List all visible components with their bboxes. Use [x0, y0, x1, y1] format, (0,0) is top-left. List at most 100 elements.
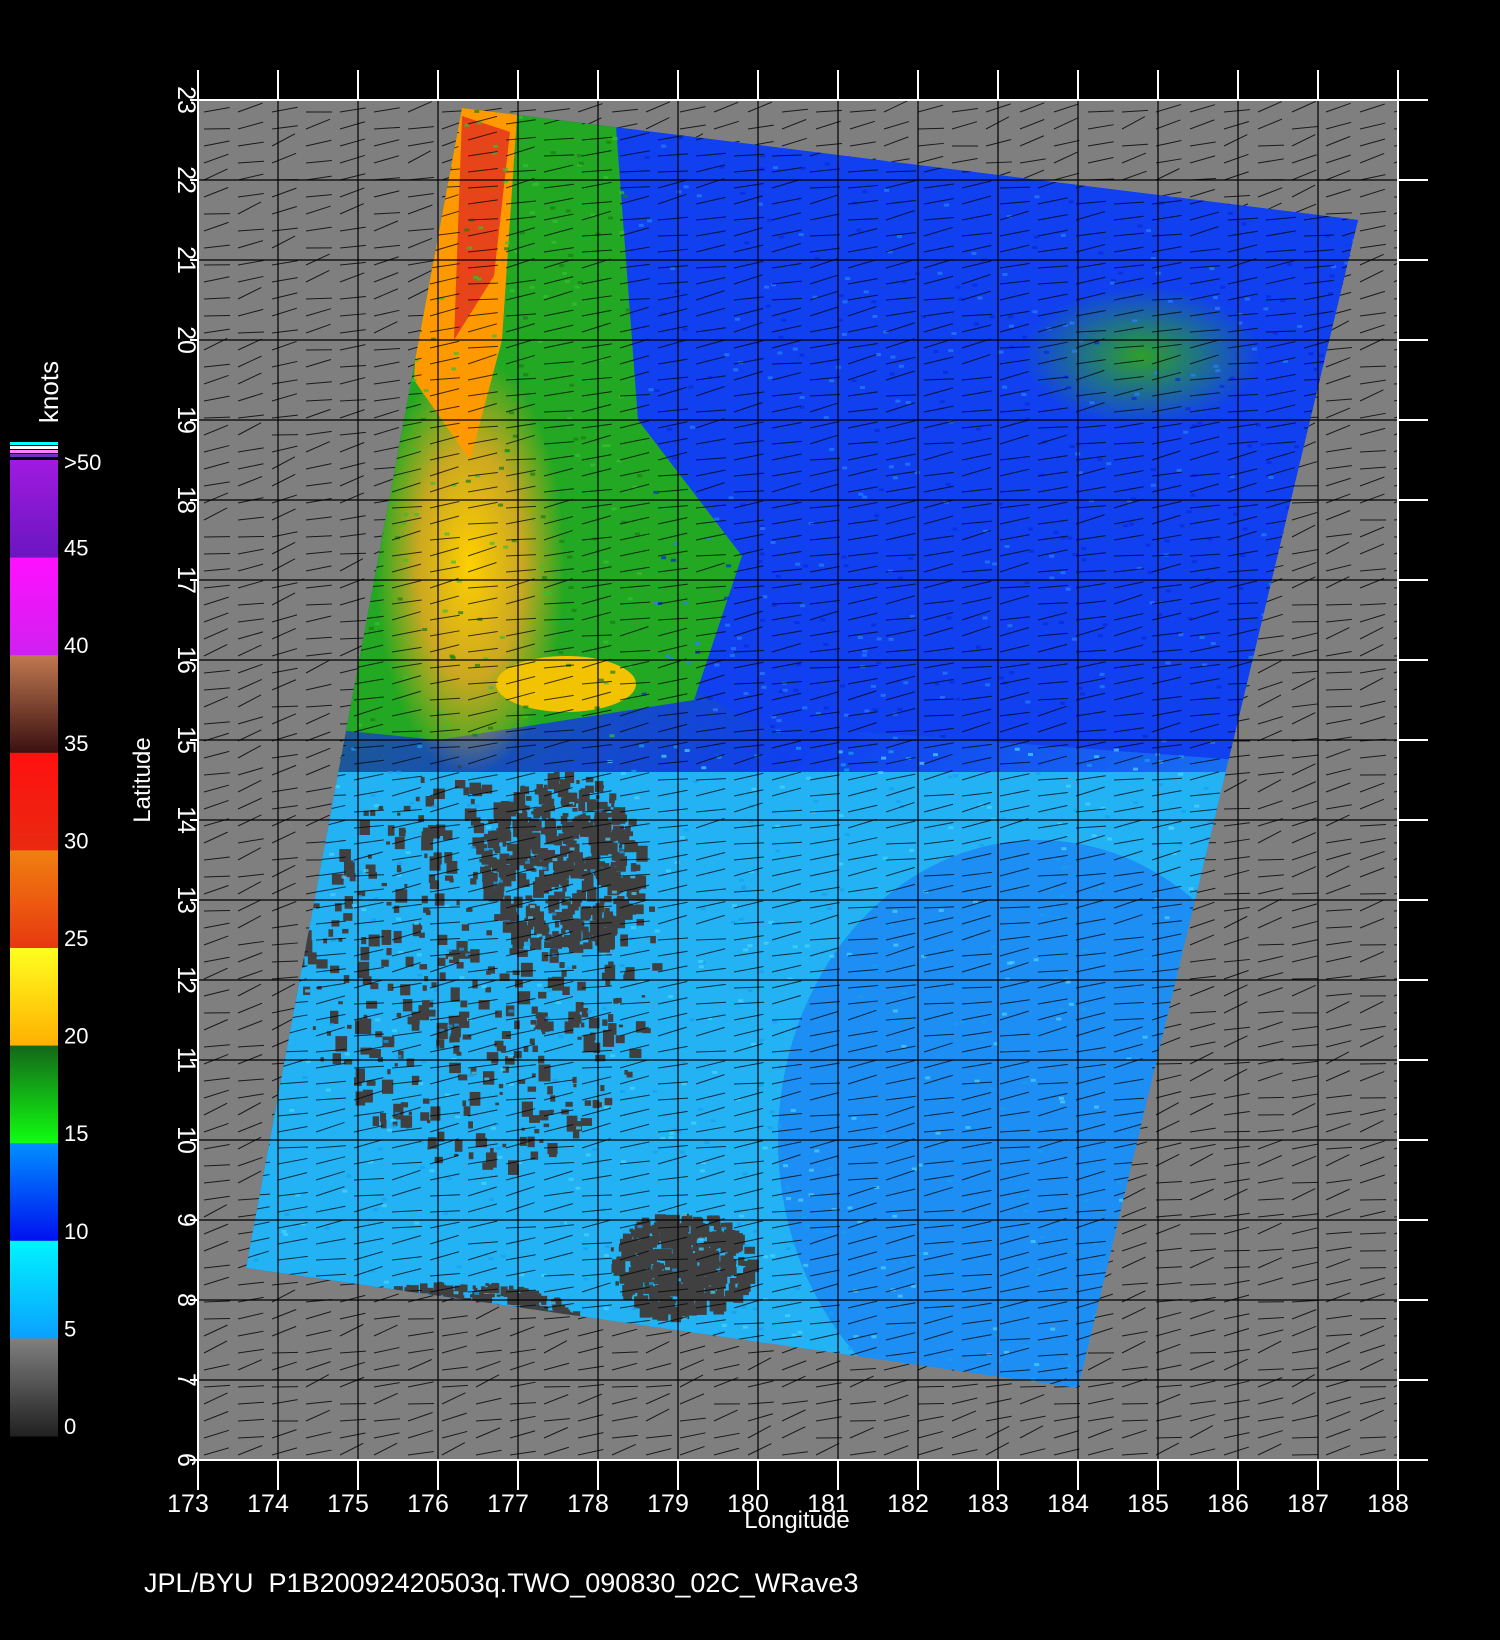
wind-barb: [203, 909, 231, 912]
swath-texture: [738, 917, 744, 921]
swath-texture: [1266, 295, 1272, 299]
swath-texture: [1132, 319, 1138, 323]
calm-speckle: [697, 1217, 704, 1224]
calm-speckle: [355, 1068, 365, 1082]
swath-texture: [1002, 272, 1008, 276]
swath-texture: [895, 800, 901, 804]
calm-speckle: [419, 964, 428, 970]
calm-speckle: [626, 1071, 633, 1078]
calm-speckle: [415, 925, 423, 930]
calm-speckle: [485, 1283, 489, 1286]
swath-texture: [447, 1024, 453, 1028]
calm-speckle: [610, 869, 617, 876]
swath-texture: [649, 1281, 655, 1285]
calm-speckle: [402, 998, 413, 1012]
calm-speckle: [653, 1248, 664, 1256]
swath-texture: [621, 1160, 627, 1164]
swath-texture: [791, 1333, 797, 1337]
swath-texture: [672, 1268, 678, 1272]
swath-texture: [1002, 385, 1008, 389]
swath-texture: [985, 683, 991, 687]
swath-texture: [761, 685, 767, 689]
calm-speckle: [312, 1026, 316, 1031]
calm-speckle: [502, 841, 507, 847]
swath-texture: [857, 636, 863, 640]
calm-speckle: [449, 1036, 454, 1043]
calm-speckle: [565, 1101, 573, 1107]
swath-texture: [417, 744, 423, 748]
calm-speckle: [602, 1019, 608, 1026]
swath-texture: [799, 395, 805, 399]
swath-texture: [373, 1208, 379, 1212]
swath-texture: [942, 671, 948, 675]
calm-speckle: [615, 1281, 619, 1286]
calm-speckle: [520, 925, 526, 932]
swath-texture: [974, 1079, 980, 1083]
calm-speckle: [596, 1102, 602, 1108]
calm-speckle: [419, 1283, 428, 1294]
swath-texture: [574, 285, 580, 289]
calm-speckle: [572, 965, 577, 969]
calm-speckle: [644, 1269, 654, 1279]
swath-texture: [919, 761, 925, 765]
calm-speckle: [689, 1306, 697, 1316]
swath-texture: [1069, 445, 1075, 449]
calm-speckle: [652, 1233, 660, 1241]
calm-speckle: [620, 934, 628, 947]
calm-speckle: [472, 979, 478, 989]
swath-texture: [840, 763, 846, 767]
calm-speckle: [529, 937, 542, 950]
calm-speckle: [599, 785, 605, 789]
calm-speckle: [608, 1014, 614, 1022]
calm-speckle: [387, 1069, 391, 1075]
swath-texture: [884, 188, 890, 192]
calm-speckle: [676, 1245, 682, 1253]
calm-speckle: [543, 1123, 550, 1128]
swath-texture: [619, 850, 625, 854]
calm-speckle: [331, 920, 340, 927]
calm-speckle: [463, 787, 470, 796]
swath-texture: [758, 969, 764, 973]
swath-texture: [472, 733, 478, 737]
calm-speckle: [561, 928, 566, 934]
swath-texture: [418, 1082, 424, 1086]
calm-speckle: [460, 1000, 468, 1008]
calm-speckle: [649, 906, 655, 912]
swath-texture: [797, 1330, 803, 1334]
calm-speckle: [470, 878, 477, 885]
swath-texture: [696, 194, 702, 198]
swath-texture: [1097, 634, 1103, 638]
calm-speckle: [460, 1284, 465, 1288]
calm-speckle: [495, 1010, 502, 1018]
calm-speckle: [396, 865, 401, 870]
swath-texture: [1199, 636, 1205, 640]
swath-texture: [712, 1070, 718, 1074]
calm-speckle: [456, 1051, 462, 1056]
calm-speckle: [354, 1020, 366, 1035]
swath-texture: [493, 144, 499, 148]
calm-speckle: [470, 798, 475, 805]
swath-texture: [468, 1074, 474, 1078]
calm-speckle: [605, 980, 611, 986]
calm-speckle: [618, 1024, 624, 1028]
calm-speckle: [634, 904, 644, 915]
swath-texture: [489, 541, 495, 545]
swath-texture: [871, 300, 877, 304]
calm-speckle: [615, 856, 628, 866]
swath-texture: [575, 453, 581, 457]
calm-speckle: [470, 817, 481, 826]
calm-speckle: [570, 943, 575, 946]
swath-texture: [661, 144, 667, 148]
swath-texture: [442, 609, 448, 613]
calm-speckle: [562, 813, 569, 817]
calm-speckle: [664, 1223, 676, 1236]
calm-speckle: [459, 1295, 465, 1299]
calm-speckle: [635, 864, 641, 870]
calm-speckle: [512, 922, 521, 932]
calm-speckle: [660, 1292, 665, 1297]
swath-texture: [998, 676, 1004, 680]
calm-speckle: [624, 972, 631, 981]
calm-speckle: [493, 842, 500, 851]
calm-speckle: [703, 1276, 707, 1281]
swath-texture: [401, 522, 407, 526]
